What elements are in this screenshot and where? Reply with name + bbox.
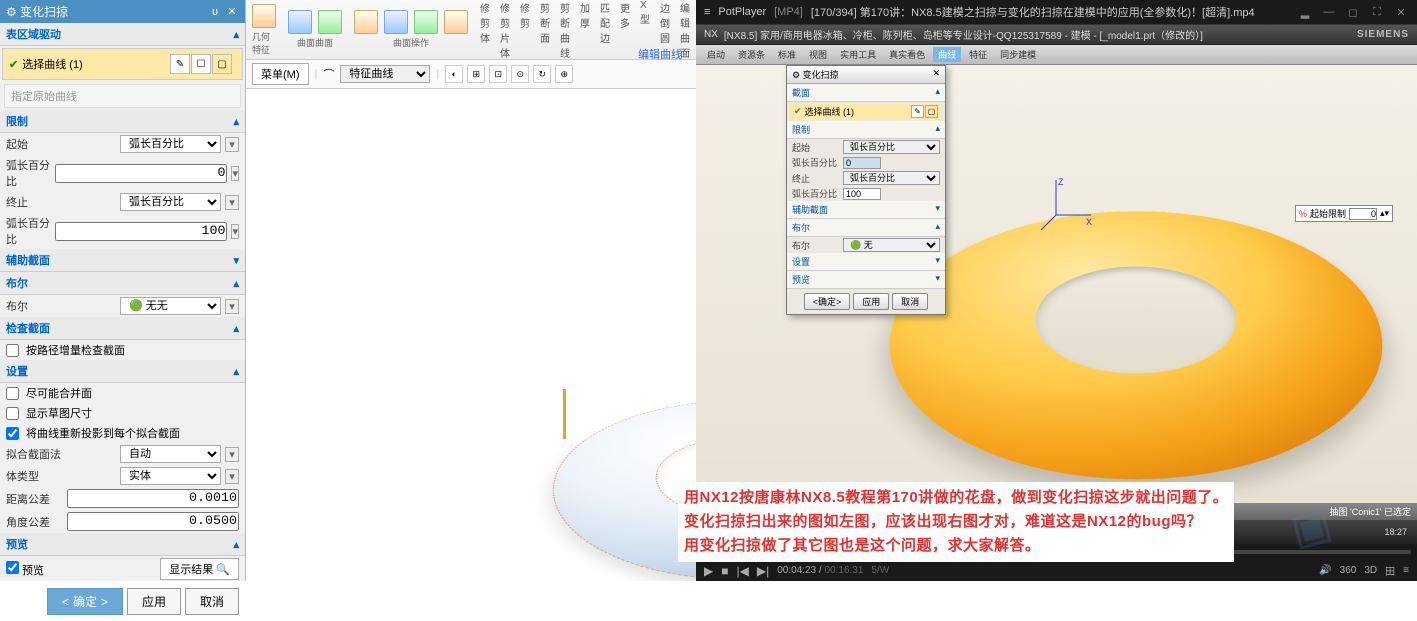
cancel-button[interactable]: 取消 xyxy=(185,588,239,615)
panel-header: ⚙ 变化扫掠 υ ✕ xyxy=(0,0,245,23)
section-driver-head[interactable]: 表区域驱动▴ xyxy=(0,23,245,46)
ribbon: 几何特征 曲面曲面 曲面操作 修剪体修剪片体 修剪剪断面 剪断曲线加厚 匹配边更… xyxy=(246,0,696,60)
dlg-close-icon[interactable]: ✕ xyxy=(932,68,940,81)
body-type-select[interactable]: 实体 xyxy=(120,467,221,485)
check-by-seg-cb[interactable] xyxy=(6,344,19,357)
stepper-icon[interactable]: ▴▾ xyxy=(1380,208,1389,219)
nx85-viewport: ⚙ 变化扫掠✕ 截面▴ ✔选择曲线 (1) ✎▢ 限制▴ 起始弧长百分比 弧长百… xyxy=(696,65,1417,503)
start-value-input[interactable] xyxy=(55,164,227,183)
min-icon[interactable]: ▂ xyxy=(1297,4,1313,20)
apply-button[interactable]: 应用 xyxy=(127,588,181,615)
ang-tol-input[interactable] xyxy=(67,512,239,531)
pot-app-name: PotPlayer xyxy=(718,6,766,18)
torus-model xyxy=(515,400,696,580)
taskbar-clock: 18:27 xyxy=(1384,527,1413,537)
merge-cb[interactable] xyxy=(6,387,19,400)
auto-icon[interactable]: υ xyxy=(208,5,222,19)
next-icon[interactable]: ▶| xyxy=(757,564,769,578)
nx85-dialog: ⚙ 变化扫掠✕ 截面▴ ✔选择曲线 (1) ✎▢ 限制▴ 起始弧长百分比 弧长百… xyxy=(786,65,946,315)
show-dim-cb[interactable] xyxy=(6,407,19,420)
selector-icon-2[interactable]: ☐ xyxy=(191,54,211,74)
dist-tol-input[interactable] xyxy=(67,489,239,508)
siemens-logo: SIEMENS xyxy=(1357,29,1409,40)
ok-button[interactable]: < 确定 > xyxy=(47,588,123,615)
end-value-input[interactable] xyxy=(55,222,227,241)
nx-logo-icon: NX xyxy=(704,29,718,40)
curve-icon[interactable]: ⌒ xyxy=(323,66,334,82)
dlg-start-input[interactable] xyxy=(843,157,881,169)
start-limit-annotation[interactable]: %起始限制 ▴▾ xyxy=(1295,205,1393,222)
edge-highlight xyxy=(563,389,566,439)
close-window-icon[interactable]: ✕ xyxy=(1393,4,1409,20)
max-icon[interactable]: ◻ xyxy=(1345,4,1361,20)
pot-titlebar: ≡ PotPlayer [MP4] [170/394] 第170讲：NX8.5建… xyxy=(696,0,1417,25)
settings-head[interactable]: 设置▴ xyxy=(0,360,245,383)
nx85-toolbar: 启动 资源条 标准 视图 实用工具 真实看色 曲线 特征 同步建模 xyxy=(696,45,1417,65)
panel-title: 变化扫掠 xyxy=(20,5,68,19)
hamburger-icon[interactable]: ≡ xyxy=(704,6,710,18)
selector-icon-3[interactable]: ▢ xyxy=(212,54,232,74)
bool-select[interactable]: 🟢 无无 xyxy=(120,297,221,315)
reproj-cb[interactable] xyxy=(6,427,19,440)
nx12-main: 几何特征 曲面曲面 曲面操作 修剪体修剪片体 修剪剪断面 剪断曲线加厚 匹配边更… xyxy=(246,0,696,581)
ribbon-ico[interactable] xyxy=(252,4,276,28)
sub-toolbar: 菜单(M) | ⌒ 特征曲线 | ◐⊞ ⊡⊙ ↻⊕ xyxy=(246,60,696,89)
check-section-head[interactable]: 检查截面▴ xyxy=(0,317,245,340)
aux-section-head[interactable]: 辅助截面▾ xyxy=(0,249,245,272)
dlg-select-row[interactable]: ✔选择曲线 (1) ✎▢ xyxy=(790,103,942,120)
nx12-viewport[interactable] xyxy=(246,89,696,581)
dlg-cancel-button[interactable]: 取消 xyxy=(892,293,928,310)
preview-head[interactable]: 预览▴ xyxy=(0,533,245,556)
mode-ht[interactable]: 田 xyxy=(1385,563,1395,578)
check-icon: ✔ xyxy=(9,58,18,71)
stop-icon[interactable]: ■ xyxy=(721,564,728,578)
full-icon[interactable]: ⛶ xyxy=(1369,4,1385,20)
fit-method-select[interactable]: 自动 xyxy=(120,445,221,463)
axis-triad-icon: ZX xyxy=(1036,175,1096,238)
prev-icon[interactable]: |◀ xyxy=(736,564,748,578)
sub-icon[interactable]: ◐ xyxy=(445,65,463,83)
nx-tool-item[interactable]: 启动 xyxy=(702,47,730,62)
close-icon[interactable]: ✕ xyxy=(225,5,239,19)
pot-title: [170/394] 第170讲：NX8.5建模之扫掠与变化的扫掠在建模中的应用(… xyxy=(811,4,1255,20)
preview-cb[interactable] xyxy=(6,561,19,574)
svg-text:X: X xyxy=(1086,217,1092,227)
caret-icon[interactable]: ▾ xyxy=(225,137,239,152)
play-icon[interactable]: ▶ xyxy=(704,564,713,578)
select-curves-row[interactable]: ✔ 选择曲线 (1) ✎ ☐ ▢ xyxy=(2,48,243,80)
dlg-ok-button[interactable]: <确定> xyxy=(804,293,851,310)
volume-icon[interactable]: 🔊 xyxy=(1319,565,1331,576)
show-result-button[interactable]: 显示结果 🔍 xyxy=(160,558,239,580)
nx85-titlebar: NX [NX8.5] 家用/商用电器冰箱、冷柜、陈列柜、岛柜等专业设计-QQ12… xyxy=(696,25,1417,45)
question-text: 用NX12按唐康林NX8.5教程第170讲做的花盘，做到变化扫掠这步就出问题了。… xyxy=(678,482,1234,562)
pot-time: 00:04:23 / 00:16:31 xyxy=(777,565,863,576)
selector-icon-1[interactable]: ✎ xyxy=(170,54,190,74)
svg-text:Z: Z xyxy=(1058,177,1064,187)
nx-dialog-panel: ⚙ 变化扫掠 υ ✕ 表区域驱动▴ ✔ 选择曲线 (1) ✎ ☐ ▢ 指定原始曲… xyxy=(0,0,246,581)
origin-curve-input: 指定原始曲线 xyxy=(4,84,241,108)
edit-curve-link[interactable]: 编辑曲线 xyxy=(638,46,682,62)
end-type-select[interactable]: 弧长百分比 xyxy=(120,193,221,211)
curve-type-select[interactable]: 特征曲线 xyxy=(340,65,430,83)
mode-3d[interactable]: 3D xyxy=(1364,565,1377,576)
start-type-select[interactable]: 弧长百分比 xyxy=(120,135,221,153)
dlg-apply-button[interactable]: 应用 xyxy=(853,293,889,310)
menu-button[interactable]: 菜单(M) xyxy=(252,63,309,85)
boolean-head[interactable]: 布尔▴ xyxy=(0,272,245,295)
minimize-icon[interactable]: — xyxy=(1321,4,1337,20)
playlist-icon[interactable]: ≡ xyxy=(1403,565,1409,576)
limits-head[interactable]: 限制▴ xyxy=(0,110,245,133)
